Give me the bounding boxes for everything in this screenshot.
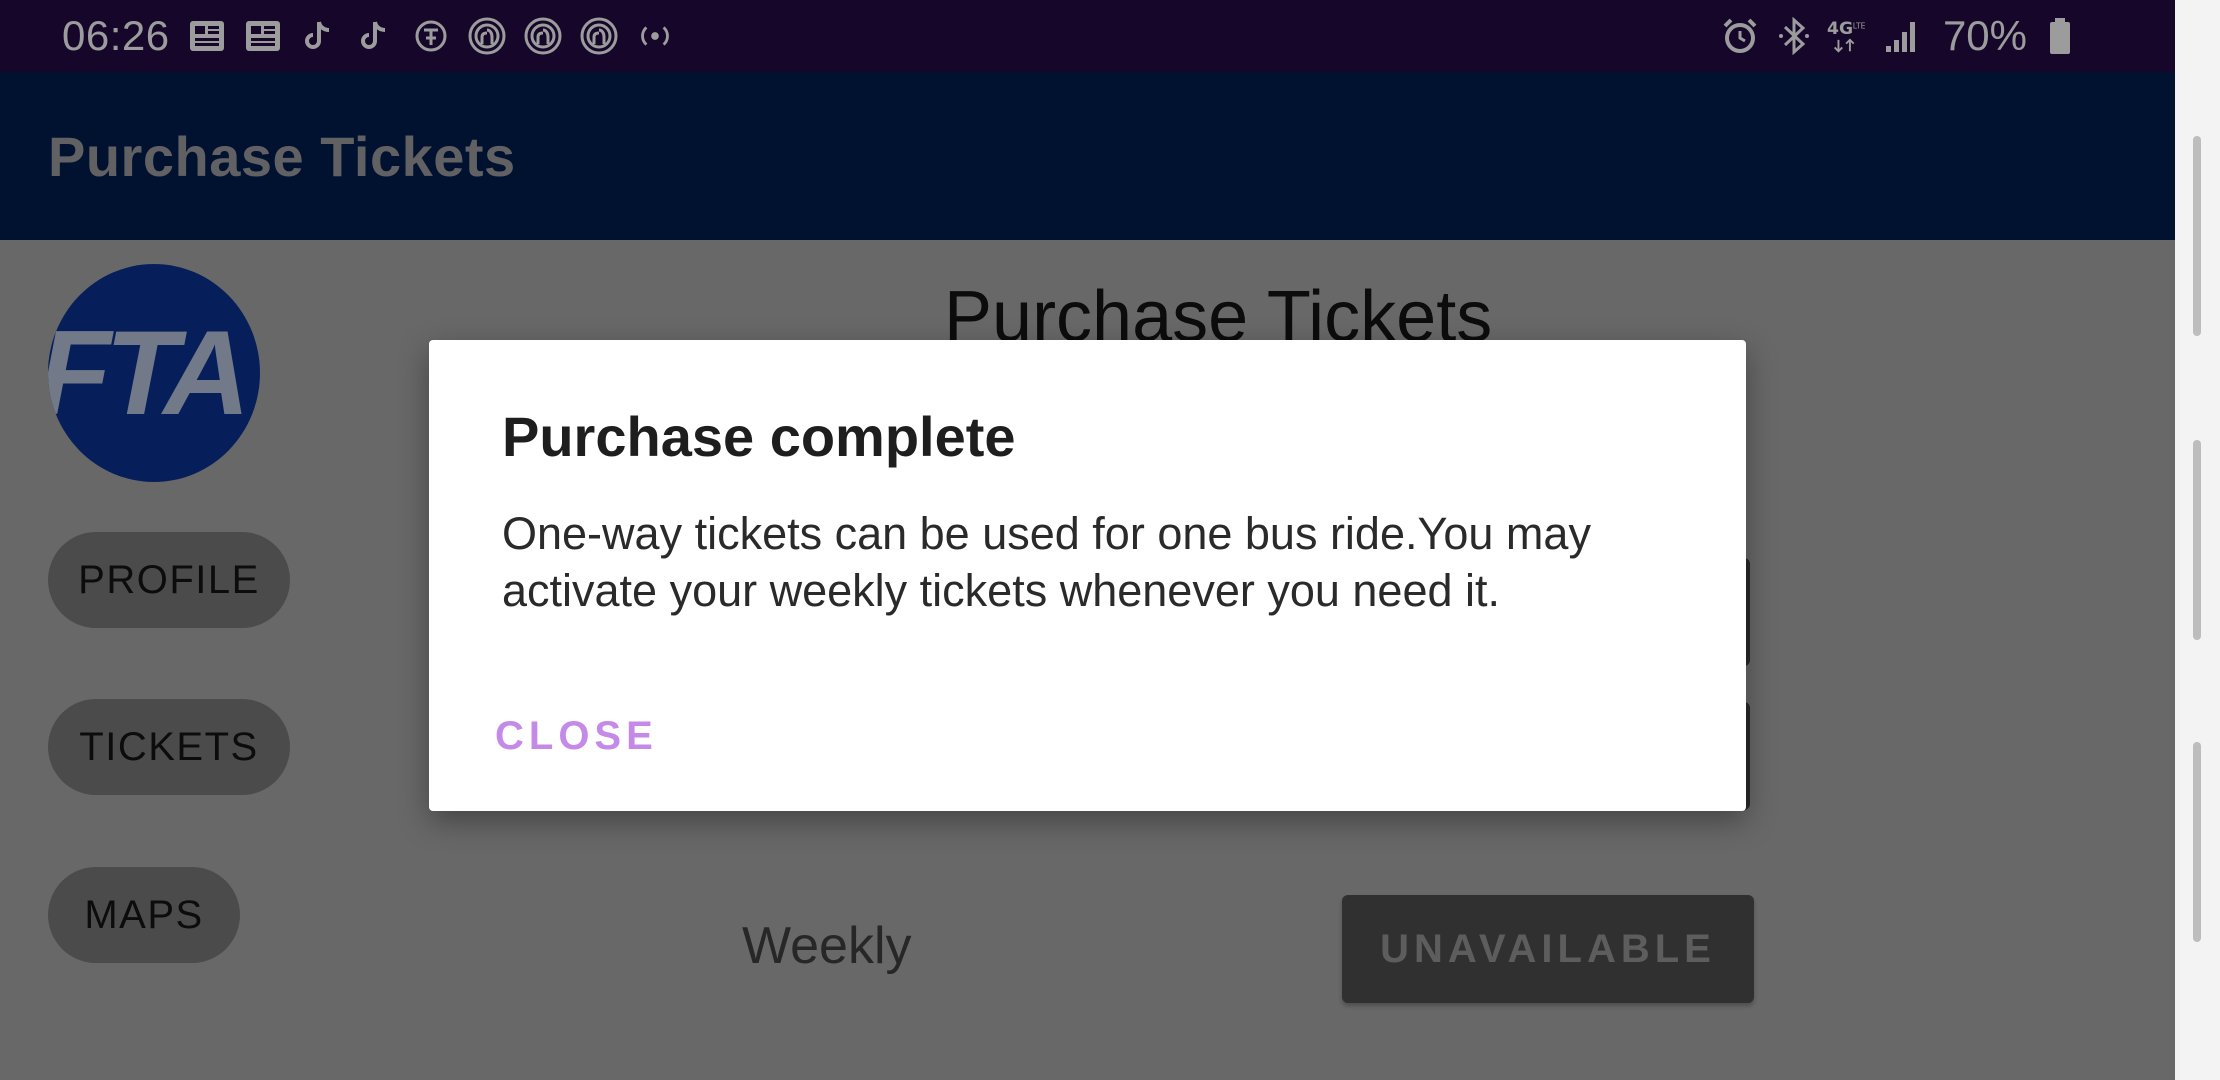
purchase-complete-dialog: Purchase complete One-way tickets can be… [429, 340, 1746, 811]
close-button[interactable]: CLOSE [491, 708, 662, 765]
scrollbar-thumb[interactable] [2193, 440, 2201, 640]
scrollbar-thumb[interactable] [2193, 742, 2201, 942]
dialog-title: Purchase complete [502, 405, 1016, 468]
scrollbar-thumb[interactable] [2193, 136, 2201, 336]
dialog-message: One-way tickets can be used for one bus … [502, 508, 1591, 616]
